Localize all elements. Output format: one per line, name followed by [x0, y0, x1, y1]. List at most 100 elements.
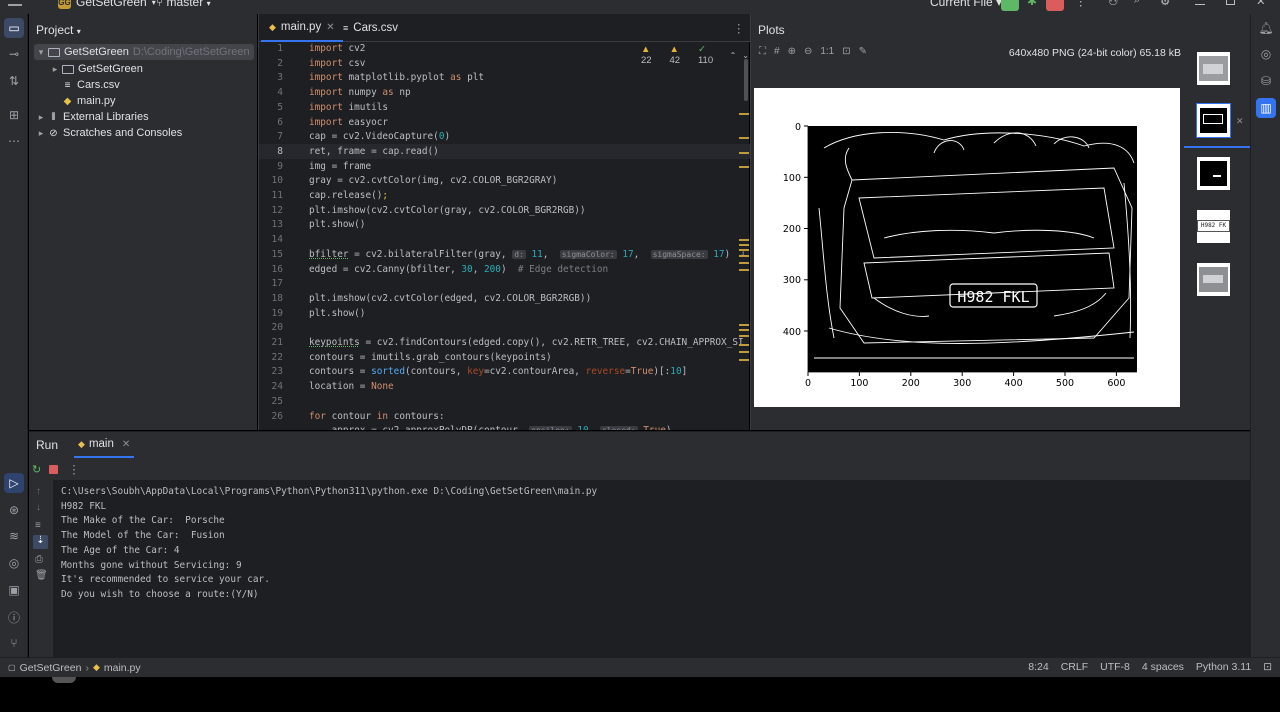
- project-panel-title[interactable]: Project ▾: [36, 23, 81, 37]
- code-line: edged = cv2.Canny(bfilter, 30, 200) # Ed…: [309, 263, 609, 275]
- code-line: location = None: [309, 381, 394, 393]
- console-line: Months gone without Servicing: 9: [61, 559, 242, 571]
- module-icon: ▢: [8, 663, 16, 672]
- python-packages-icon[interactable]: ⊛: [4, 500, 24, 520]
- problems-icon[interactable]: ⓘ: [4, 607, 24, 627]
- project-tool-icon[interactable]: ▭: [4, 18, 24, 38]
- tree-item-root[interactable]: ▾ GetSetGreen D:\Coding\GetSetGreen: [34, 44, 254, 60]
- stop-icon[interactable]: [49, 464, 59, 474]
- more-actions-icon[interactable]: ⋮: [1075, 0, 1087, 8]
- trash-icon[interactable]: 🗑︎: [35, 570, 48, 581]
- thumbnail-selection-bar: [1184, 146, 1250, 148]
- terminal-icon[interactable]: ▣: [4, 580, 24, 600]
- commit-icon[interactable]: ⊸: [4, 44, 24, 64]
- run-button[interactable]: [1001, 0, 1019, 11]
- structure-icon[interactable]: ⊞: [4, 105, 24, 125]
- line-separator[interactable]: CRLF: [1061, 661, 1088, 673]
- rerun-icon[interactable]: ↻: [32, 463, 41, 476]
- project-widget[interactable]: GG GetSetGreen ▾: [58, 0, 156, 9]
- line-number: 22: [271, 351, 283, 363]
- close-icon[interactable]: ✕: [1256, 0, 1266, 8]
- layers-icon[interactable]: ≋: [4, 526, 24, 546]
- maximize-icon[interactable]: [1226, 0, 1235, 5]
- close-tab-icon[interactable]: ✕: [122, 439, 130, 450]
- zoom-in-icon[interactable]: ⊕: [788, 46, 796, 57]
- search-icon[interactable]: ⌕: [1134, 0, 1140, 7]
- tree-item-subfolder[interactable]: ▸ GetSetGreen: [48, 61, 143, 77]
- python-file-icon: ◆: [63, 95, 72, 107]
- pull-requests-icon[interactable]: ⇅: [4, 71, 24, 91]
- console-output[interactable]: C:\Users\Soubh\AppData\Local\Programs\Py…: [53, 480, 1250, 658]
- run-tool-icon[interactable]: ▷: [4, 473, 24, 493]
- main-menu-icon[interactable]: [8, 0, 22, 6]
- down-arrow-icon[interactable]: ↓: [36, 502, 41, 513]
- sciview-icon[interactable]: ▥: [1256, 98, 1276, 118]
- tree-item-main-py[interactable]: ◆ main.py: [62, 93, 116, 109]
- breadcrumb-separator-icon: ›: [85, 661, 89, 674]
- tree-item-scratches[interactable]: ▸ ⊘ Scratches and Consoles: [34, 125, 183, 141]
- code-area[interactable]: import cv2 import csv import matplotlib.…: [309, 42, 744, 430]
- x-tick-label: 300: [953, 378, 971, 389]
- plot-thumbnail[interactable]: [1196, 103, 1231, 138]
- python-interpreter[interactable]: Python 3.11: [1196, 661, 1251, 673]
- tab-options-icon[interactable]: ⋮: [733, 21, 745, 35]
- editor-pane: ◆ main.py ✕ ≡ Cars.csv ⋮ 1 2 3 4 5 6 7 8 9 10 11 12…: [258, 14, 750, 430]
- database-icon[interactable]: ⛁: [1256, 71, 1276, 91]
- plot-thumbnail[interactable]: [1197, 52, 1230, 85]
- print-icon[interactable]: ⎙: [35, 554, 43, 565]
- notifications-icon[interactable]: 🔔︎: [1256, 18, 1276, 38]
- code-line: import csv: [309, 57, 366, 69]
- file-encoding[interactable]: UTF-8: [1100, 661, 1130, 673]
- breadcrumb-file[interactable]: main.py: [104, 662, 141, 674]
- line-number: 14: [271, 234, 283, 246]
- plot-thumbnail[interactable]: [1197, 157, 1230, 190]
- code-line: ret, frame = cap.read(): [309, 145, 439, 157]
- code-line: import numpy as np: [309, 87, 411, 99]
- tab-main[interactable]: ◆ main ✕: [74, 432, 135, 458]
- indent-setting[interactable]: 4 spaces: [1142, 661, 1184, 673]
- plot-thumbnail[interactable]: H982 FK: [1197, 210, 1230, 243]
- x-tick-label: 600: [1107, 378, 1125, 389]
- up-arrow-icon[interactable]: ↑: [36, 486, 41, 497]
- x-tick-label: 200: [902, 378, 920, 389]
- git-icon[interactable]: ⑂: [4, 633, 24, 653]
- code-line: plt.imshow(cv2.cvtColor(edged, cv2.COLOR…: [309, 292, 592, 304]
- ai-assistant-icon[interactable]: ◎: [1256, 44, 1276, 64]
- zoom-out-icon[interactable]: ⊖: [804, 46, 812, 57]
- debug-icon[interactable]: ✱: [1027, 0, 1037, 8]
- tab-cars-csv[interactable]: ≡ Cars.csv: [335, 14, 406, 42]
- right-tool-strip: 🔔︎ ◎ ⛁ ▥: [1250, 14, 1280, 657]
- scratches-icon: ⊘: [49, 127, 58, 139]
- color-picker-icon[interactable]: ✎: [859, 46, 867, 57]
- gear-icon[interactable]: ⚙: [1160, 0, 1170, 8]
- fit-zoom-icon[interactable]: ⊡: [842, 46, 850, 57]
- run-config-selector[interactable]: Current File ▾: [930, 0, 1002, 9]
- stop-button[interactable]: [1046, 0, 1064, 11]
- lock-icon[interactable]: ⊡: [1263, 661, 1272, 673]
- scroll-to-end-icon[interactable]: ⇣: [33, 535, 48, 549]
- add-user-icon[interactable]: ⚇: [1108, 0, 1118, 8]
- y-tick-label: 0: [795, 122, 801, 133]
- cursor-position[interactable]: 8:24: [1028, 661, 1048, 673]
- code-line: for contour in contours:: [309, 410, 445, 422]
- minimize-icon[interactable]: [1195, 4, 1205, 5]
- grid-icon[interactable]: #: [774, 46, 780, 57]
- more-tools-icon[interactable]: ⋯: [4, 131, 24, 151]
- plot-thumbnail[interactable]: [1197, 263, 1230, 296]
- fit-icon[interactable]: ⛶: [759, 46, 766, 57]
- breadcrumb-project[interactable]: GetSetGreen: [20, 662, 82, 674]
- close-thumbnail-icon[interactable]: ✕: [1236, 116, 1244, 127]
- tab-main-py[interactable]: ◆ main.py ✕: [261, 14, 343, 42]
- services-icon[interactable]: ◎: [4, 553, 24, 573]
- tree-item-label: Cars.csv: [77, 79, 120, 91]
- soft-wrap-icon[interactable]: ≡: [35, 520, 41, 531]
- y-tick-label: 200: [783, 224, 801, 235]
- actual-size-icon[interactable]: 1:1: [820, 46, 834, 57]
- branch-name: master: [166, 0, 204, 9]
- more-options-icon[interactable]: ⋮: [68, 462, 80, 476]
- tree-item-external-libraries[interactable]: ▸ ⫴ External Libraries: [34, 109, 149, 125]
- branch-widget[interactable]: ⑂ master ▾: [156, 0, 211, 9]
- tree-item-cars-csv[interactable]: ≡ Cars.csv: [62, 77, 120, 93]
- close-tab-icon[interactable]: ✕: [326, 22, 334, 33]
- editor-tabs: ◆ main.py ✕ ≡ Cars.csv ⋮: [259, 14, 750, 42]
